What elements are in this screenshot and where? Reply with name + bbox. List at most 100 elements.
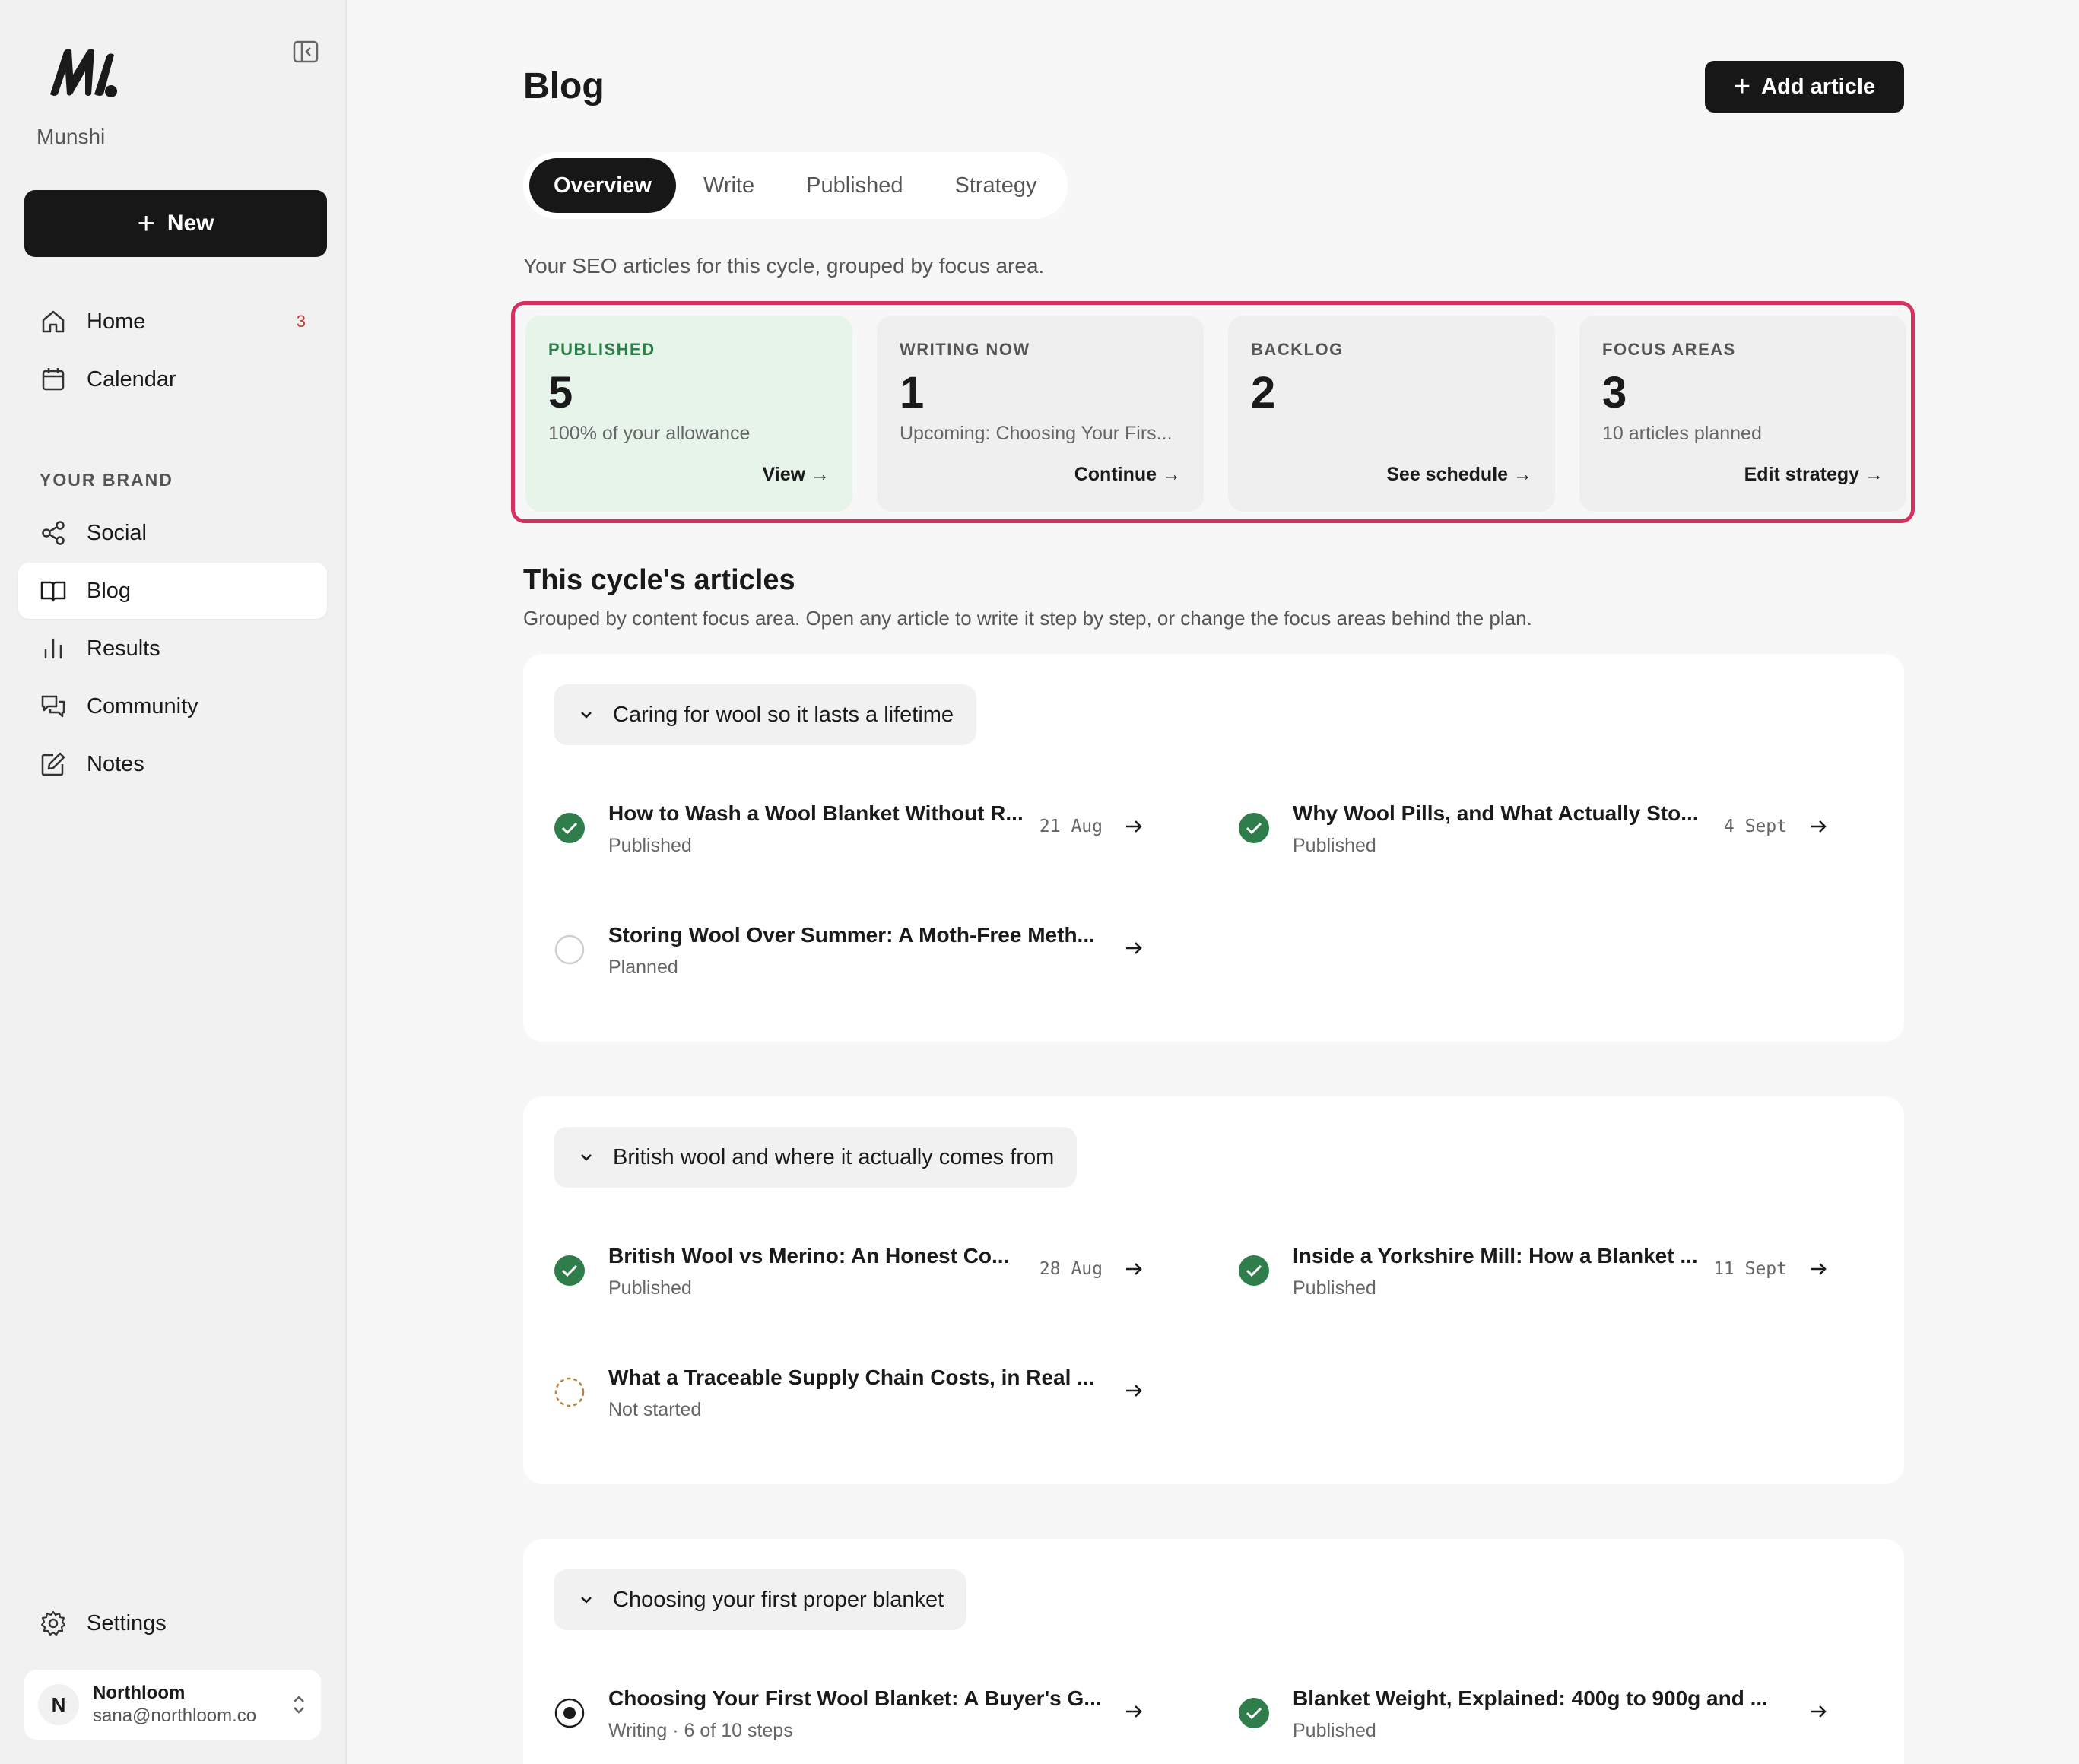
new-button[interactable]: + New — [24, 190, 327, 257]
check-circle-icon — [1239, 813, 1269, 843]
stat-value: 1 — [900, 368, 925, 417]
arrow-right-icon[interactable] — [1121, 1378, 1147, 1404]
article-title: Blanket Weight, Explained: 400g to 900g … — [1293, 1686, 1768, 1710]
stat-link[interactable]: See schedule → — [1386, 464, 1532, 486]
article-row[interactable]: Storing Wool Over Summer: A Moth-Free Me… — [554, 914, 1177, 982]
stat-label: WRITING NOW — [900, 340, 1030, 359]
tab-overview[interactable]: Overview — [529, 158, 676, 213]
sidebar-item-label: Blog — [87, 578, 132, 603]
sidebar-item-label: Social — [87, 520, 147, 545]
group-title: Choosing your first proper blanket — [613, 1587, 944, 1612]
page-subtitle: Your SEO articles for this cycle, groupe… — [523, 254, 1045, 278]
sidebar-item-notes[interactable]: Notes — [18, 736, 327, 792]
article-status: Planned — [608, 957, 678, 978]
sidebar: Munshi + New Home 3 Calendar YOUR BRAND … — [0, 0, 347, 1764]
stat-label: FOCUS AREAS — [1602, 340, 1736, 359]
chat-icon — [41, 695, 65, 718]
stat-description: Upcoming: Choosing Your Firs... — [900, 423, 1173, 444]
page-title: Blog — [523, 66, 605, 106]
article-title: Storing Wool Over Summer: A Moth-Free Me… — [608, 923, 1095, 947]
sidebar-item-calendar[interactable]: Calendar — [18, 351, 327, 408]
article-row[interactable]: Why Wool Pills, and What Actually Sto...… — [1238, 792, 1862, 861]
add-article-button[interactable]: + Add article — [1705, 61, 1904, 113]
sidebar-item-community[interactable]: Community — [18, 678, 327, 734]
tab-bar: Overview Write Published Strategy — [523, 152, 1068, 219]
brand-name: Munshi — [37, 125, 106, 148]
bar-chart-icon — [44, 638, 62, 659]
tab-published[interactable]: Published — [782, 158, 927, 213]
article-row[interactable]: What a Traceable Supply Chain Costs, in … — [554, 1356, 1177, 1425]
article-row[interactable]: British Wool vs Merino: An Honest Co... … — [554, 1235, 1177, 1303]
article-row[interactable]: Inside a Yorkshire Mill: How a Blanket .… — [1238, 1235, 1862, 1303]
article-status: Writing · 6 of 10 steps — [608, 1720, 793, 1741]
account-name: Northloom — [93, 1683, 186, 1703]
avatar: N — [38, 1684, 79, 1725]
arrow-right-icon[interactable] — [1121, 1699, 1147, 1724]
section-subtitle: Grouped by content focus area. Open any … — [523, 607, 1532, 630]
stat-card-published: PUBLISHED 5 100% of your allowance View … — [525, 316, 852, 512]
article-title: Inside a Yorkshire Mill: How a Blanket .… — [1293, 1244, 1698, 1267]
group-toggle[interactable]: Choosing your first proper blanket — [554, 1569, 967, 1630]
arrow-right-icon[interactable] — [1805, 1256, 1831, 1282]
article-row[interactable]: Choosing Your First Wool Blanket: A Buye… — [554, 1677, 1177, 1746]
home-icon — [42, 310, 65, 333]
section-label: YOUR BRAND — [40, 470, 173, 490]
article-title: British Wool vs Merino: An Honest Co... — [608, 1244, 1010, 1267]
stat-link[interactable]: View → — [763, 464, 830, 486]
stat-card-backlog: BACKLOG 2 See schedule → — [1228, 316, 1555, 512]
chevron-down-icon — [581, 1154, 592, 1161]
article-row[interactable]: How to Wash a Wool Blanket Without R... … — [554, 792, 1177, 861]
article-title: Choosing Your First Wool Blanket: A Buye… — [608, 1686, 1102, 1710]
group-toggle[interactable]: Caring for wool so it lasts a lifetime — [554, 684, 977, 745]
arrow-right-icon[interactable] — [1805, 814, 1831, 839]
stat-link[interactable]: Edit strategy → — [1744, 464, 1884, 486]
check-circle-icon — [1239, 1698, 1269, 1728]
sidebar-item-results[interactable]: Results — [18, 620, 327, 677]
sidebar-item-home[interactable]: Home 3 — [18, 293, 327, 350]
edit-icon — [41, 752, 65, 776]
article-status: Published — [1293, 1277, 1376, 1299]
article-date: 28 Aug — [1039, 1259, 1103, 1279]
check-circle-icon — [1239, 1255, 1269, 1286]
article-title: What a Traceable Supply Chain Costs, in … — [608, 1366, 1095, 1389]
arrow-right-icon[interactable] — [1805, 1699, 1831, 1724]
stats-highlight: PUBLISHED 5 100% of your allowance View … — [511, 301, 1915, 523]
sidebar-item-social[interactable]: Social — [18, 505, 327, 561]
tab-write[interactable]: Write — [679, 158, 779, 213]
check-circle-icon — [554, 1255, 585, 1286]
account-switcher[interactable]: N Northloom sana@northloom.co — [24, 1670, 321, 1740]
collapse-sidebar-icon[interactable] — [292, 40, 319, 64]
tab-strategy[interactable]: Strategy — [931, 158, 1062, 213]
sidebar-item-blog[interactable]: Blog — [18, 563, 327, 619]
new-button-label: New — [167, 211, 214, 236]
arrow-right-icon[interactable] — [1121, 814, 1147, 839]
stat-link[interactable]: Continue → — [1074, 464, 1181, 486]
stat-label: PUBLISHED — [548, 340, 655, 359]
chevron-down-icon — [581, 712, 592, 719]
share-icon — [42, 521, 65, 545]
article-status: Not started — [608, 1399, 702, 1420]
article-title: Why Wool Pills, and What Actually Sto... — [1293, 801, 1699, 825]
sidebar-item-label: Community — [87, 693, 198, 719]
group-title: Caring for wool so it lasts a lifetime — [613, 702, 954, 727]
brand-logo[interactable] — [47, 44, 120, 99]
article-status: Published — [608, 835, 692, 856]
sidebar-item-settings[interactable]: Settings — [18, 1595, 327, 1651]
group-toggle[interactable]: British wool and where it actually comes… — [554, 1127, 1078, 1188]
article-date: 4 Sept — [1723, 817, 1787, 836]
stat-card-writing-now: WRITING NOW 1 Upcoming: Choosing Your Fi… — [877, 316, 1204, 512]
calendar-icon — [42, 368, 65, 391]
sidebar-item-label: Calendar — [87, 366, 176, 392]
stat-value: 5 — [548, 368, 573, 417]
plus-icon: + — [1733, 71, 1751, 103]
article-row[interactable]: Blanket Weight, Explained: 400g to 900g … — [1238, 1677, 1862, 1746]
radio-dot-icon — [554, 1698, 585, 1728]
arrow-right-icon[interactable] — [1121, 935, 1147, 961]
arrow-right-icon[interactable] — [1121, 1256, 1147, 1282]
chevron-down-icon — [581, 1597, 592, 1604]
book-icon — [40, 581, 66, 602]
article-status: Published — [1293, 1720, 1376, 1741]
sidebar-item-label: Home — [87, 309, 146, 334]
main-content: Blog + Add article Overview Write Publis… — [347, 0, 2079, 1764]
account-email: sana@northloom.co — [93, 1705, 257, 1726]
